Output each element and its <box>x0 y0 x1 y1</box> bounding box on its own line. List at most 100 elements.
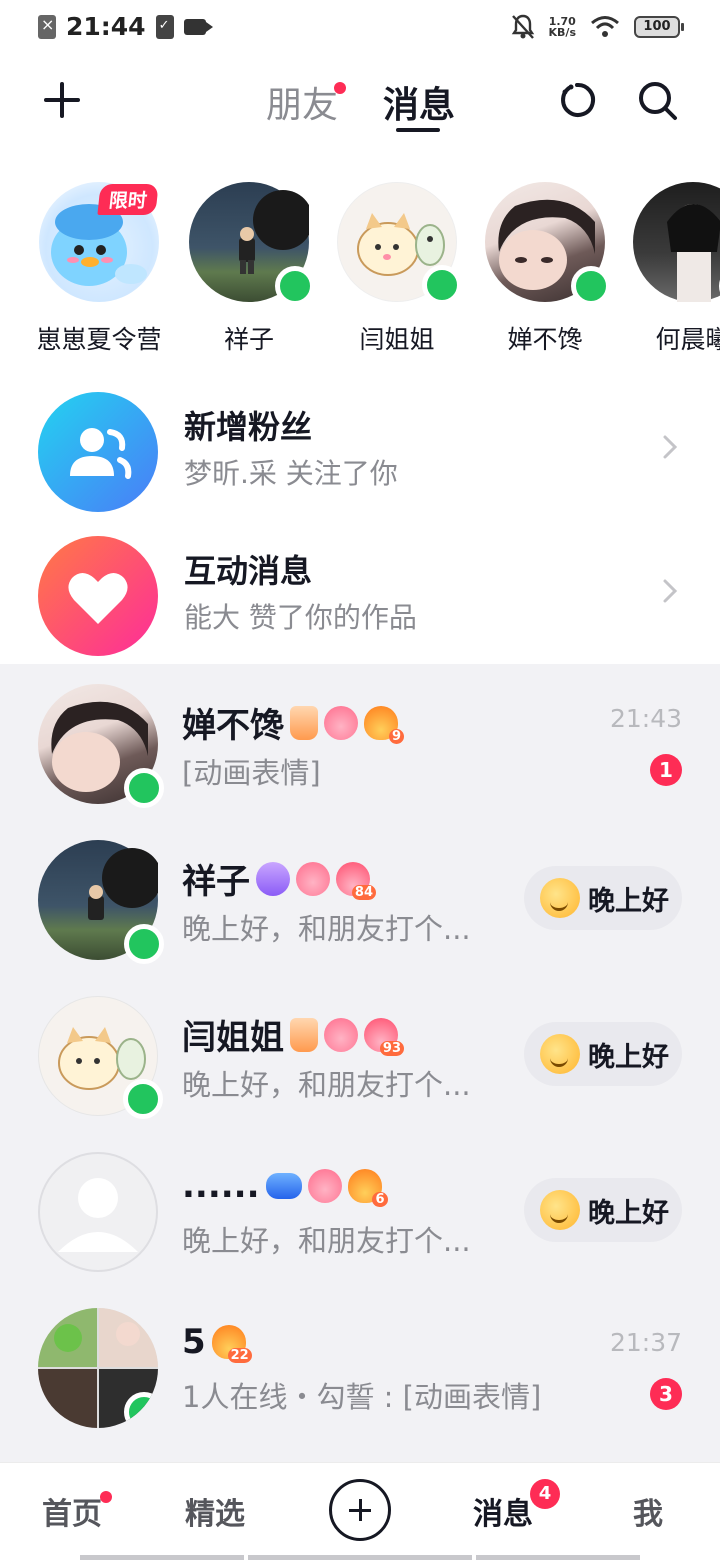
story-avatar <box>189 182 315 306</box>
chat-preview: [动画表情] <box>182 756 321 790</box>
chat-row[interactable]: ...... 6 晚上好，和朋友打个... 晚上好 <box>0 1132 720 1288</box>
chat-row[interactable]: 闫姐姐 93 晚上好，和朋友打个... 晚上好 <box>0 976 720 1132</box>
status-time: 21:44 <box>66 12 146 41</box>
streak-count: 84 <box>351 884 376 900</box>
story-item[interactable]: 限时 崽崽夏令营 <box>29 182 169 356</box>
chat-name-group: 婵不馋 9 <box>182 698 404 747</box>
video-camera-icon <box>183 18 213 35</box>
story-item[interactable]: 婵不馋 <box>475 182 615 356</box>
greet-button[interactable]: 晚上好 <box>524 1022 682 1086</box>
speed-unit: KB/s <box>548 26 576 39</box>
greet-button[interactable]: 晚上好 <box>524 1178 682 1242</box>
search-icon[interactable] <box>637 80 679 122</box>
chevron-right-icon <box>663 579 678 603</box>
chat-name-group: ...... 6 <box>182 1166 388 1207</box>
chat-avatar <box>38 684 164 808</box>
notification-title: 新增粉丝 <box>184 408 313 446</box>
add-icon[interactable] <box>42 80 82 120</box>
users-icon <box>70 428 132 479</box>
new-followers-row[interactable]: 新增粉丝 梦昕.采 关注了你 <box>0 376 720 520</box>
online-status-dot <box>275 266 315 306</box>
history-icon[interactable] <box>557 80 597 120</box>
mute-bell-icon <box>511 14 534 39</box>
heart-icon <box>68 573 128 624</box>
fire-streak-icon: 84 <box>336 861 376 900</box>
greet-button-label: 晚上好 <box>588 1197 669 1229</box>
moon-smile-icon <box>540 1190 580 1230</box>
chat-name: 闫姐姐 <box>182 1018 284 1058</box>
chat-avatar <box>38 1152 158 1272</box>
nav-home[interactable]: 首页 <box>42 1489 102 1533</box>
story-avatar: 限时 <box>39 182 159 302</box>
nav-featured[interactable]: 精选 <box>185 1489 245 1533</box>
interactions-icon <box>38 536 158 656</box>
network-speed: 1.70 KB/s <box>549 16 576 38</box>
group-avatar <box>38 1308 158 1428</box>
create-button[interactable] <box>329 1479 391 1541</box>
messages-count-badge: 4 <box>530 1479 560 1509</box>
fire-streak-icon: 22 <box>211 1325 252 1363</box>
moon-smile-icon <box>540 1034 580 1074</box>
fire-streak-icon: 9 <box>364 705 404 744</box>
chat-name: ...... <box>182 1166 260 1206</box>
friends-new-dot <box>334 82 346 94</box>
notification-subtitle: 能大 赞了你的作品 <box>184 601 417 634</box>
battery-indicator: 100 <box>634 16 684 38</box>
gesture-bar <box>248 1555 472 1560</box>
notification-title: 互动消息 <box>184 552 313 590</box>
chevron-right-icon <box>663 435 678 459</box>
fire-streak-icon: 93 <box>364 1017 404 1056</box>
story-avatar <box>485 182 611 306</box>
chat-row[interactable]: 5 22 1人在线・勾誓 : [动画表情] 21:37 3 <box>0 1288 720 1444</box>
chat-time: 21:43 <box>609 704 682 733</box>
status-bar: 21:44 1.70 KB/s 100 <box>0 0 720 58</box>
tab-messages[interactable]: 消息 <box>383 76 455 128</box>
chat-list: 婵不馋 9 [动画表情] 21:43 1 祥子 84 晚上好，和朋友打个... <box>0 664 720 1462</box>
chat-name-group: 祥子 84 <box>182 854 376 903</box>
gamepad-badge-icon <box>265 1173 302 1199</box>
active-tab-indicator <box>396 128 440 132</box>
greet-button-label: 晚上好 <box>588 885 669 917</box>
unread-badge: 1 <box>650 754 682 786</box>
chat-preview: 晚上好，和朋友打个... <box>182 1224 471 1258</box>
story-item[interactable]: 闫姐姐 <box>327 182 467 356</box>
online-status-dot <box>124 768 164 808</box>
chat-name-group: 闫姐姐 93 <box>182 1010 404 1059</box>
nav-messages[interactable]: 消息 <box>473 1489 533 1533</box>
chat-name: 5 <box>182 1322 206 1362</box>
story-name: 何晨曦 <box>655 325 720 354</box>
online-status-dot <box>123 1079 163 1119</box>
sim-off-icon <box>38 14 56 39</box>
peach-badge-icon <box>307 1169 342 1203</box>
moon-smile-icon <box>540 878 580 918</box>
chat-row[interactable]: 祥子 84 晚上好，和朋友打个... 晚上好 <box>0 820 720 976</box>
online-status-dot <box>571 266 611 306</box>
story-avatar <box>633 182 720 306</box>
new-followers-icon <box>38 392 158 512</box>
task-check-icon <box>155 14 174 39</box>
wifi-icon <box>591 16 619 37</box>
chat-name-group: 5 22 <box>182 1322 252 1363</box>
tab-friends[interactable]: 朋友 <box>266 76 338 128</box>
gesture-bar <box>80 1555 244 1560</box>
notification-subtitle: 梦昕.采 关注了你 <box>184 457 398 490</box>
online-status-dot <box>124 1392 158 1428</box>
story-item[interactable]: 祥子 <box>179 182 319 356</box>
greet-button[interactable]: 晚上好 <box>524 866 682 930</box>
streak-count: 9 <box>388 728 404 744</box>
story-name: 闫姐姐 <box>359 325 435 354</box>
bottom-navigation: 首页 精选 消息 4 我 <box>0 1462 720 1560</box>
drink-badge-icon <box>290 1017 318 1052</box>
streak-count: 6 <box>372 1192 388 1207</box>
nav-me[interactable]: 我 <box>633 1489 663 1533</box>
interactions-row[interactable]: 互动消息 能大 赞了你的作品 <box>0 520 720 664</box>
greet-button-label: 晚上好 <box>588 1041 669 1073</box>
story-name: 祥子 <box>223 325 274 354</box>
home-new-dot <box>100 1491 112 1503</box>
chat-avatar <box>38 840 164 964</box>
story-name: 崽崽夏令营 <box>36 325 162 354</box>
chat-preview: 晚上好，和朋友打个... <box>182 1068 471 1102</box>
unread-badge: 3 <box>650 1378 682 1410</box>
chat-row[interactable]: 婵不馋 9 [动画表情] 21:43 1 <box>0 664 720 820</box>
story-item[interactable]: 何晨曦 <box>623 182 720 356</box>
